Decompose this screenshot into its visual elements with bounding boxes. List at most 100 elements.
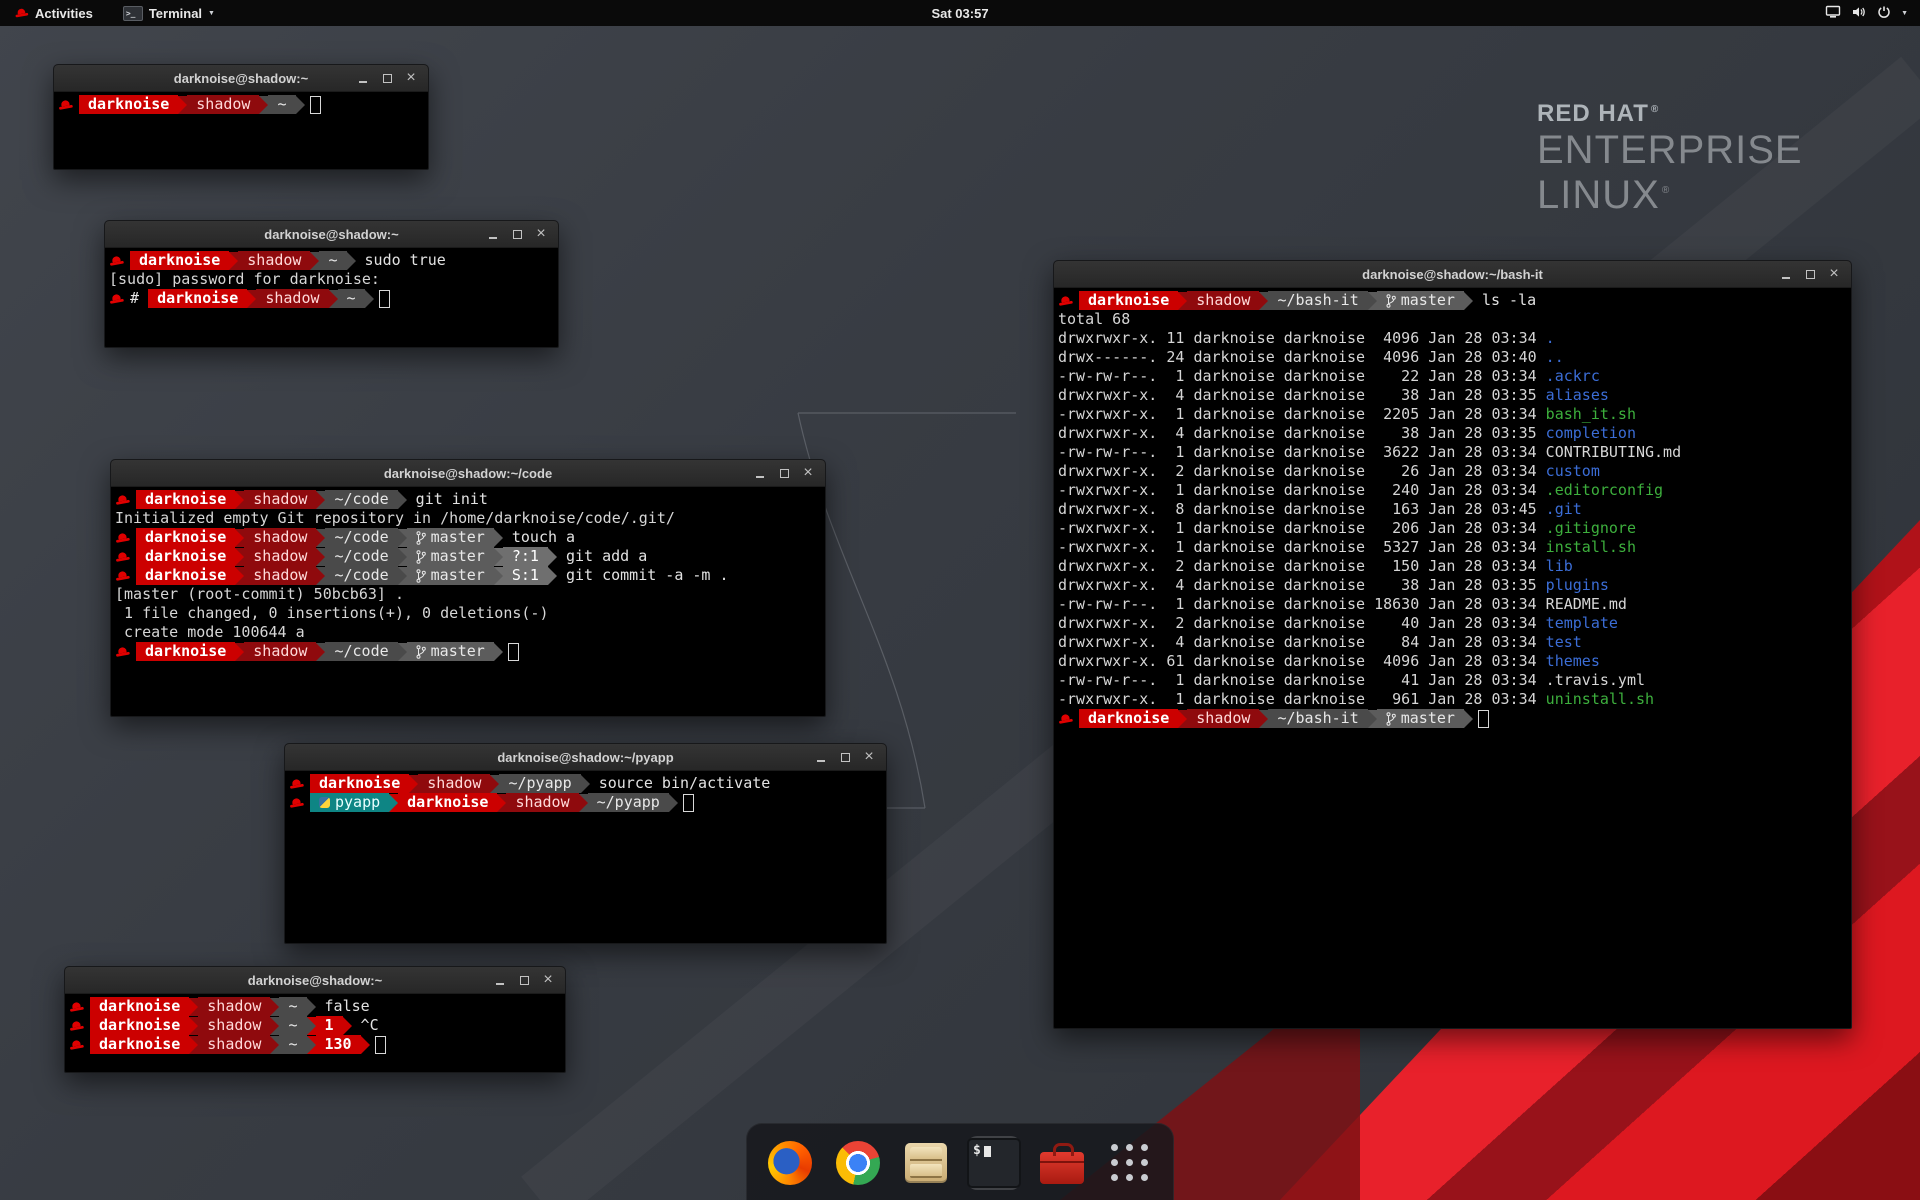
command-text: git init <box>407 490 488 509</box>
terminal-content[interactable]: darknoiseshadow~/bash-itmaster ls -latot… <box>1054 288 1851 731</box>
minimize-button[interactable] <box>353 70 373 87</box>
dock-item-app-grid[interactable] <box>1103 1136 1157 1190</box>
activities-button[interactable]: Activities <box>8 0 99 26</box>
window-controls <box>1776 266 1851 283</box>
output-text: [sudo] password for darknoise: <box>109 270 389 289</box>
powerline-separator-icon <box>1368 292 1377 310</box>
close-button[interactable] <box>798 465 818 482</box>
window-controls <box>811 749 886 766</box>
prompt-line: darknoiseshadow~130 <box>69 1035 561 1054</box>
powerline-separator-icon <box>365 290 374 308</box>
prompt-segment-user: darknoise <box>136 547 235 566</box>
terminal-content[interactable]: darknoiseshadow~/pyapp source bin/activa… <box>285 771 886 815</box>
maximize-button[interactable] <box>377 70 397 87</box>
system-status-area[interactable]: ▼ <box>1825 0 1920 26</box>
dock-item-chrome[interactable] <box>831 1136 885 1190</box>
redhat-icon <box>115 568 131 583</box>
prompt-segment-path: ~ <box>338 289 365 308</box>
dock-item-files[interactable] <box>899 1136 953 1190</box>
window-titlebar[interactable]: darknoise@shadow:~/bash-it <box>1054 261 1851 288</box>
minimize-button[interactable] <box>811 749 831 766</box>
prompt-segment-host: shadow <box>244 566 316 585</box>
clock[interactable]: Sat 03:57 <box>0 6 1920 21</box>
terminal-content[interactable]: darknoiseshadow~ <box>54 92 428 117</box>
window-titlebar[interactable]: darknoise@shadow:~ <box>54 65 428 92</box>
dock-item-toolbox[interactable] <box>1035 1136 1089 1190</box>
app-menu-terminal[interactable]: Terminal ▼ <box>117 0 221 26</box>
top-bar: Activities Terminal ▼ Sat 03:57 ▼ <box>0 0 1920 26</box>
maximize-button[interactable] <box>507 226 527 243</box>
redhat-icon <box>115 492 131 507</box>
git-branch-icon <box>416 569 426 583</box>
close-button[interactable] <box>401 70 421 87</box>
prompt-line: darknoiseshadow~ sudo true <box>109 251 554 270</box>
text-cursor <box>1478 710 1489 728</box>
output-text: 1 file changed, 0 insertions(+), 0 delet… <box>115 604 548 623</box>
prompt-line: darknoiseshadow~/bash-itmaster ls -la <box>1058 291 1847 310</box>
minimize-button[interactable] <box>750 465 770 482</box>
powerline-separator-icon <box>494 643 503 661</box>
terminal-content[interactable]: darknoiseshadow~ sudo true[sudo] passwor… <box>105 248 558 311</box>
maximize-button[interactable] <box>835 749 855 766</box>
window-title: darknoise@shadow:~/code <box>111 466 825 481</box>
powerline-separator-icon <box>1368 710 1377 728</box>
close-button[interactable] <box>859 749 879 766</box>
prompt-segment-venv: pyapp <box>310 793 389 812</box>
window-titlebar[interactable]: darknoise@shadow:~ <box>105 221 558 248</box>
redhat-icon <box>115 549 131 564</box>
maximize-button[interactable] <box>1800 266 1820 283</box>
prompt-line: darknoiseshadow~/codemaster <box>115 642 821 661</box>
powerline-separator-icon <box>494 548 503 566</box>
command-text: ls -la <box>1473 291 1536 310</box>
output-text: -rw-rw-r--. 1 darknoise darknoise 41 Jan… <box>1058 671 1645 690</box>
clock-label: Sat 03:57 <box>931 6 988 21</box>
prompt-line: darknoiseshadow~/codemaster touch a <box>115 528 821 547</box>
powerline-separator-icon <box>398 548 407 566</box>
terminal-content[interactable]: darknoiseshadow~/code git initInitialize… <box>111 487 825 664</box>
dock <box>746 1123 1174 1200</box>
maximize-button[interactable] <box>514 972 534 989</box>
prompt-line: darknoiseshadow~ <box>58 95 424 114</box>
window-controls <box>483 226 558 243</box>
output-text: drwxrwxr-x. 11 darknoise darknoise 4096 … <box>1058 329 1546 348</box>
maximize-button[interactable] <box>774 465 794 482</box>
redhat-icon <box>289 776 305 791</box>
terminal-content[interactable]: darknoiseshadow~ falsedarknoiseshadow~1 … <box>65 994 565 1057</box>
prompt-segment-host: shadow <box>244 547 316 566</box>
close-button[interactable] <box>538 972 558 989</box>
prompt-line: darknoiseshadow~/code git init <box>115 490 821 509</box>
powerline-separator-icon <box>259 96 268 114</box>
terminal-window-code: darknoise@shadow:~/code darknoiseshadow~/… <box>110 459 826 717</box>
minimize-button[interactable] <box>1776 266 1796 283</box>
prompt-segment-path: ~ <box>279 997 306 1016</box>
window-titlebar[interactable]: darknoise@shadow:~ <box>65 967 565 994</box>
output-text: lib <box>1546 557 1573 576</box>
window-titlebar[interactable]: darknoise@shadow:~/code <box>111 460 825 487</box>
output-text: .editorconfig <box>1546 481 1663 500</box>
powerline-separator-icon <box>316 491 325 509</box>
toolbox-icon <box>1040 1152 1084 1184</box>
window-title: darknoise@shadow:~/bash-it <box>1054 267 1851 282</box>
powerline-separator-icon <box>270 1036 279 1054</box>
close-button[interactable] <box>531 226 551 243</box>
text-cursor <box>310 96 321 114</box>
close-button[interactable] <box>1824 266 1844 283</box>
window-controls <box>750 465 825 482</box>
prompt-segment-host: shadow <box>198 1016 270 1035</box>
redhat-icon <box>69 999 85 1014</box>
window-titlebar[interactable]: darknoise@shadow:~/pyapp <box>285 744 886 771</box>
volume-icon <box>1851 5 1867 22</box>
prompt-segment-user: darknoise <box>1079 291 1178 310</box>
minimize-button[interactable] <box>490 972 510 989</box>
firefox-icon <box>768 1141 812 1185</box>
redhat-icon <box>109 253 125 268</box>
output-line: -rw-rw-r--. 1 darknoise darknoise 41 Jan… <box>1058 671 1847 690</box>
dock-item-firefox[interactable] <box>763 1136 817 1190</box>
powerline-separator-icon <box>189 1036 198 1054</box>
prompt-segment-host: shadow <box>418 774 490 793</box>
powerline-separator-icon <box>296 96 305 114</box>
minimize-button[interactable] <box>483 226 503 243</box>
output-line: drwxrwxr-x. 4 darknoise darknoise 38 Jan… <box>1058 576 1847 595</box>
output-line: -rw-rw-r--. 1 darknoise darknoise 22 Jan… <box>1058 367 1847 386</box>
dock-item-terminal[interactable] <box>967 1136 1021 1190</box>
